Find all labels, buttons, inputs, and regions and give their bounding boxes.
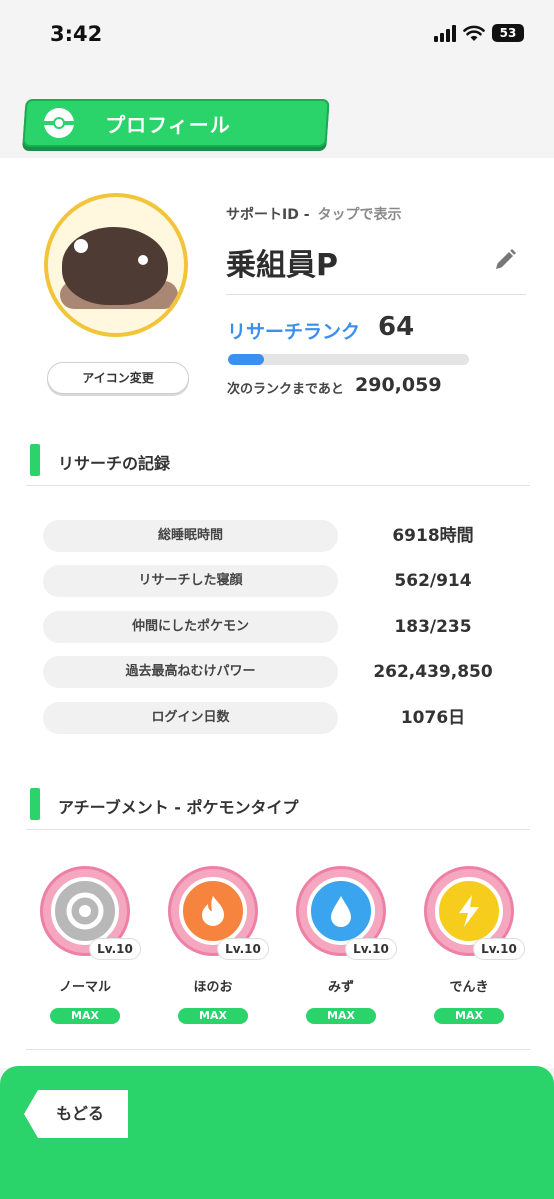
- stat-label: ログイン日数: [43, 702, 338, 734]
- achievements-section-header: アチーブメント - ポケモンタイプ: [30, 788, 530, 820]
- badge-level: Lv.10: [217, 938, 269, 960]
- section-accent-bar: [30, 444, 40, 476]
- badge-name: ノーマル: [58, 980, 111, 995]
- back-button[interactable]: もどる: [24, 1090, 128, 1138]
- normal-type-icon: [66, 892, 104, 930]
- status-bar: 3:42 53: [0, 0, 554, 70]
- stat-row: 総睡眠時間 6918時間: [43, 520, 503, 552]
- badge-type-circle: [179, 877, 247, 945]
- divider: [26, 829, 530, 830]
- support-id-tap-link[interactable]: タップで表示: [318, 207, 402, 223]
- signal-icon: [434, 24, 456, 42]
- rank-value: 64: [378, 312, 415, 342]
- stat-row: 仲間にしたポケモン 183/235: [43, 611, 503, 643]
- divider: [26, 485, 530, 486]
- next-rank-value: 290,059: [355, 374, 442, 396]
- stat-label: 総睡眠時間: [43, 520, 338, 552]
- support-id-label: サポートID -: [226, 207, 310, 223]
- stat-row: 過去最高ねむけパワー 262,439,850: [43, 656, 503, 688]
- achievement-badge-fire[interactable]: Lv.10 ほのお MAX: [168, 866, 269, 1026]
- stat-label: リサーチした寝顔: [43, 565, 338, 597]
- stat-row: リサーチした寝顔 562/914: [43, 565, 503, 597]
- rank-label: リサーチランク: [227, 321, 361, 343]
- support-id-row[interactable]: サポートID - タップで表示: [226, 204, 402, 224]
- divider: [226, 294, 526, 295]
- records-section-header: リサーチの記録: [30, 444, 530, 476]
- badge-name: でんき: [449, 980, 489, 995]
- stat-row: ログイン日数 1076日: [43, 702, 503, 734]
- wifi-icon: [463, 25, 485, 41]
- rank-progress-fill: [228, 354, 265, 365]
- badge-level: Lv.10: [89, 938, 141, 960]
- profile-header-tab: プロフィール: [22, 99, 330, 147]
- section-accent-bar: [30, 788, 40, 820]
- stat-value: 562/914: [394, 571, 472, 591]
- badge-name: ほのお: [193, 980, 233, 995]
- badge-max-label: MAX: [178, 1008, 248, 1024]
- divider: [26, 1049, 530, 1050]
- stat-value: 183/235: [394, 617, 472, 637]
- badge-level: Lv.10: [473, 938, 525, 960]
- status-icons: 53: [434, 24, 524, 42]
- avatar-eye: [138, 255, 148, 265]
- icon-change-button[interactable]: アイコン変更: [47, 362, 189, 394]
- stat-label: 仲間にしたポケモン: [43, 611, 338, 643]
- rank-progress-bar: [228, 354, 469, 365]
- badge-max-label: MAX: [50, 1008, 120, 1024]
- badge-max-label: MAX: [434, 1008, 504, 1024]
- water-type-icon: [331, 896, 351, 927]
- pencil-icon[interactable]: [493, 248, 517, 272]
- avatar[interactable]: [44, 193, 188, 337]
- badge-type-circle: [307, 877, 375, 945]
- next-rank-label: 次のランクまであと: [227, 382, 344, 397]
- achievements-title: アチーブメント - ポケモンタイプ: [58, 798, 299, 817]
- stat-value: 6918時間: [392, 526, 474, 546]
- status-time: 3:42: [50, 22, 103, 46]
- achievement-badge-electric[interactable]: Lv.10 でんき MAX: [424, 866, 525, 1026]
- achievement-badge-normal[interactable]: Lv.10 ノーマル MAX: [40, 866, 141, 1026]
- avatar-eye: [74, 239, 88, 253]
- stat-value: 1076日: [400, 708, 466, 728]
- pokeball-icon: [44, 108, 74, 138]
- stat-value: 262,439,850: [373, 662, 493, 682]
- battery-icon: 53: [492, 24, 524, 42]
- achievement-badge-water[interactable]: Lv.10 みず MAX: [296, 866, 397, 1026]
- badge-level: Lv.10: [345, 938, 397, 960]
- page-title: プロフィール: [105, 112, 231, 137]
- badge-name: みず: [327, 980, 354, 995]
- records-title: リサーチの記録: [58, 454, 171, 473]
- fire-type-icon: [202, 896, 224, 926]
- player-name: 乗組員P: [226, 248, 338, 283]
- badge-type-circle: [51, 877, 119, 945]
- badge-type-circle: [435, 877, 503, 945]
- stat-label: 過去最高ねむけパワー: [43, 656, 338, 688]
- electric-type-icon: [459, 895, 479, 927]
- badge-max-label: MAX: [306, 1008, 376, 1024]
